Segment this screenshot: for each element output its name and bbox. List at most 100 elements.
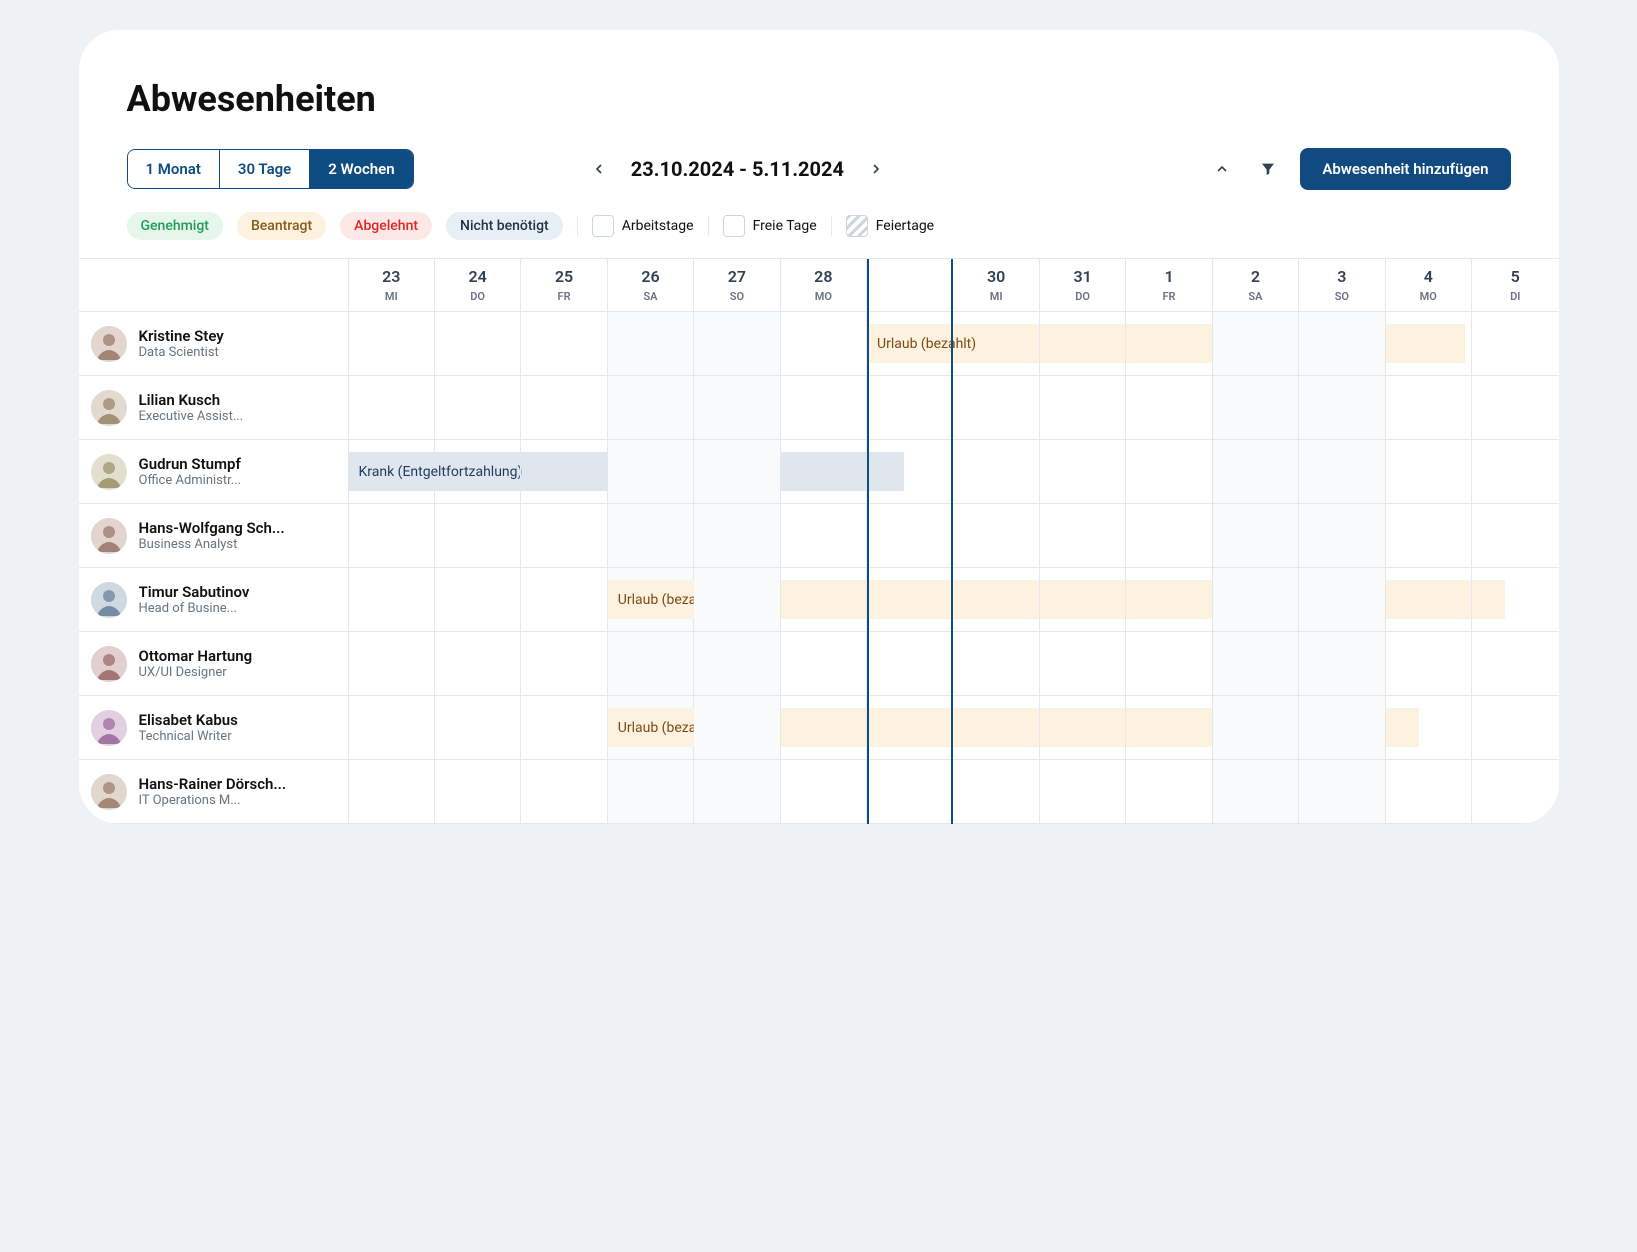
calendar-cell[interactable] — [1386, 312, 1472, 376]
calendar-cell[interactable] — [867, 504, 953, 568]
calendar-cell[interactable] — [1472, 696, 1559, 760]
calendar-cell[interactable] — [781, 504, 867, 568]
calendar-cell[interactable] — [349, 376, 435, 440]
calendar-cell[interactable] — [867, 568, 953, 632]
calendar-cell[interactable] — [694, 376, 780, 440]
calendar-cell[interactable] — [953, 312, 1039, 376]
calendar-cell[interactable] — [349, 696, 435, 760]
calendar-cell[interactable] — [1299, 632, 1385, 696]
calendar-cell[interactable] — [867, 632, 953, 696]
calendar-cell[interactable] — [1472, 504, 1559, 568]
calendar-cell[interactable] — [1386, 376, 1472, 440]
calendar-cell[interactable] — [1472, 312, 1559, 376]
calendar-cell[interactable] — [435, 376, 521, 440]
range-option-1[interactable]: 30 Tage — [219, 150, 309, 188]
person-cell[interactable]: Lilian KuschExecutive Assist... — [79, 376, 349, 440]
calendar-cell[interactable] — [521, 376, 607, 440]
calendar-cell[interactable] — [694, 312, 780, 376]
calendar-cell[interactable] — [1472, 440, 1559, 504]
calendar-cell[interactable] — [1299, 568, 1385, 632]
calendar-cell[interactable] — [1386, 632, 1472, 696]
calendar-cell[interactable] — [1040, 440, 1126, 504]
person-cell[interactable]: Elisabet KabusTechnical Writer — [79, 696, 349, 760]
calendar-cell[interactable] — [1299, 312, 1385, 376]
calendar-cell[interactable] — [1126, 312, 1212, 376]
calendar-cell[interactable] — [608, 376, 694, 440]
calendar-cell[interactable] — [1040, 632, 1126, 696]
person-cell[interactable]: Hans-Wolfgang Sch...Business Analyst — [79, 504, 349, 568]
calendar-cell[interactable] — [1472, 760, 1559, 824]
calendar-cell[interactable] — [521, 504, 607, 568]
calendar-cell[interactable] — [953, 632, 1039, 696]
person-cell[interactable]: Kristine SteyData Scientist — [79, 312, 349, 376]
calendar-cell[interactable] — [1472, 632, 1559, 696]
calendar-cell[interactable] — [867, 376, 953, 440]
calendar-cell[interactable]: Urlaub (bezahlt) — [867, 312, 953, 376]
calendar-cell[interactable] — [1386, 568, 1472, 632]
calendar-cell[interactable] — [694, 504, 780, 568]
calendar-cell[interactable] — [435, 312, 521, 376]
calendar-cell[interactable] — [1386, 504, 1472, 568]
calendar-cell[interactable] — [435, 696, 521, 760]
calendar-cell[interactable] — [1472, 376, 1559, 440]
calendar-cell[interactable] — [781, 632, 867, 696]
calendar-cell[interactable] — [1126, 504, 1212, 568]
calendar-cell[interactable] — [953, 568, 1039, 632]
calendar-cell[interactable] — [953, 440, 1039, 504]
calendar-cell[interactable] — [1299, 440, 1385, 504]
calendar-cell[interactable] — [521, 440, 607, 504]
calendar-cell[interactable] — [953, 504, 1039, 568]
calendar-cell[interactable] — [781, 440, 867, 504]
calendar-cell[interactable] — [694, 440, 780, 504]
calendar-cell[interactable] — [1213, 568, 1299, 632]
calendar-cell[interactable] — [521, 696, 607, 760]
calendar-cell[interactable] — [953, 760, 1039, 824]
calendar-cell[interactable] — [521, 568, 607, 632]
prev-range-button[interactable] — [585, 155, 613, 183]
calendar-cell[interactable] — [781, 376, 867, 440]
range-option-0[interactable]: 1 Monat — [128, 150, 219, 188]
calendar-cell[interactable] — [1299, 504, 1385, 568]
calendar-cell[interactable] — [1126, 376, 1212, 440]
calendar-cell[interactable] — [867, 440, 953, 504]
calendar-cell[interactable] — [435, 760, 521, 824]
add-absence-button[interactable]: Abwesenheit hinzufügen — [1300, 148, 1510, 190]
calendar-cell[interactable]: Krank (Entgeltfortzahlung) — [349, 440, 435, 504]
range-option-2[interactable]: 2 Wochen — [309, 150, 412, 188]
calendar-cell[interactable] — [781, 760, 867, 824]
calendar-cell[interactable]: Urlaub (bezahlt) — [608, 568, 694, 632]
calendar-cell[interactable] — [1213, 760, 1299, 824]
person-cell[interactable]: Gudrun StumpfOffice Administr... — [79, 440, 349, 504]
calendar-cell[interactable] — [349, 312, 435, 376]
calendar-cell[interactable] — [953, 696, 1039, 760]
calendar-cell[interactable] — [1040, 312, 1126, 376]
calendar-cell[interactable] — [521, 760, 607, 824]
calendar-cell[interactable] — [1299, 376, 1385, 440]
calendar-cell[interactable] — [1299, 696, 1385, 760]
calendar-cell[interactable] — [435, 568, 521, 632]
calendar-cell[interactable] — [1299, 760, 1385, 824]
calendar-cell[interactable] — [608, 504, 694, 568]
calendar-cell[interactable] — [349, 760, 435, 824]
calendar-cell[interactable] — [349, 568, 435, 632]
calendar-cell[interactable] — [694, 696, 780, 760]
calendar-cell[interactable] — [521, 632, 607, 696]
calendar-cell[interactable] — [608, 440, 694, 504]
calendar-cell[interactable] — [1126, 760, 1212, 824]
calendar-cell[interactable] — [1040, 760, 1126, 824]
calendar-cell[interactable] — [781, 696, 867, 760]
calendar-cell[interactable] — [953, 376, 1039, 440]
calendar-cell[interactable] — [1213, 440, 1299, 504]
filter-button[interactable] — [1254, 155, 1282, 183]
calendar-cell[interactable] — [867, 760, 953, 824]
calendar-cell[interactable] — [694, 760, 780, 824]
calendar-cell[interactable] — [781, 312, 867, 376]
calendar-cell[interactable] — [867, 696, 953, 760]
calendar-cell[interactable] — [1040, 568, 1126, 632]
calendar-cell[interactable] — [694, 568, 780, 632]
calendar-cell[interactable] — [349, 632, 435, 696]
calendar-cell[interactable] — [1126, 440, 1212, 504]
calendar-cell[interactable] — [1040, 696, 1126, 760]
calendar-cell[interactable] — [1472, 568, 1559, 632]
calendar-cell[interactable] — [608, 632, 694, 696]
